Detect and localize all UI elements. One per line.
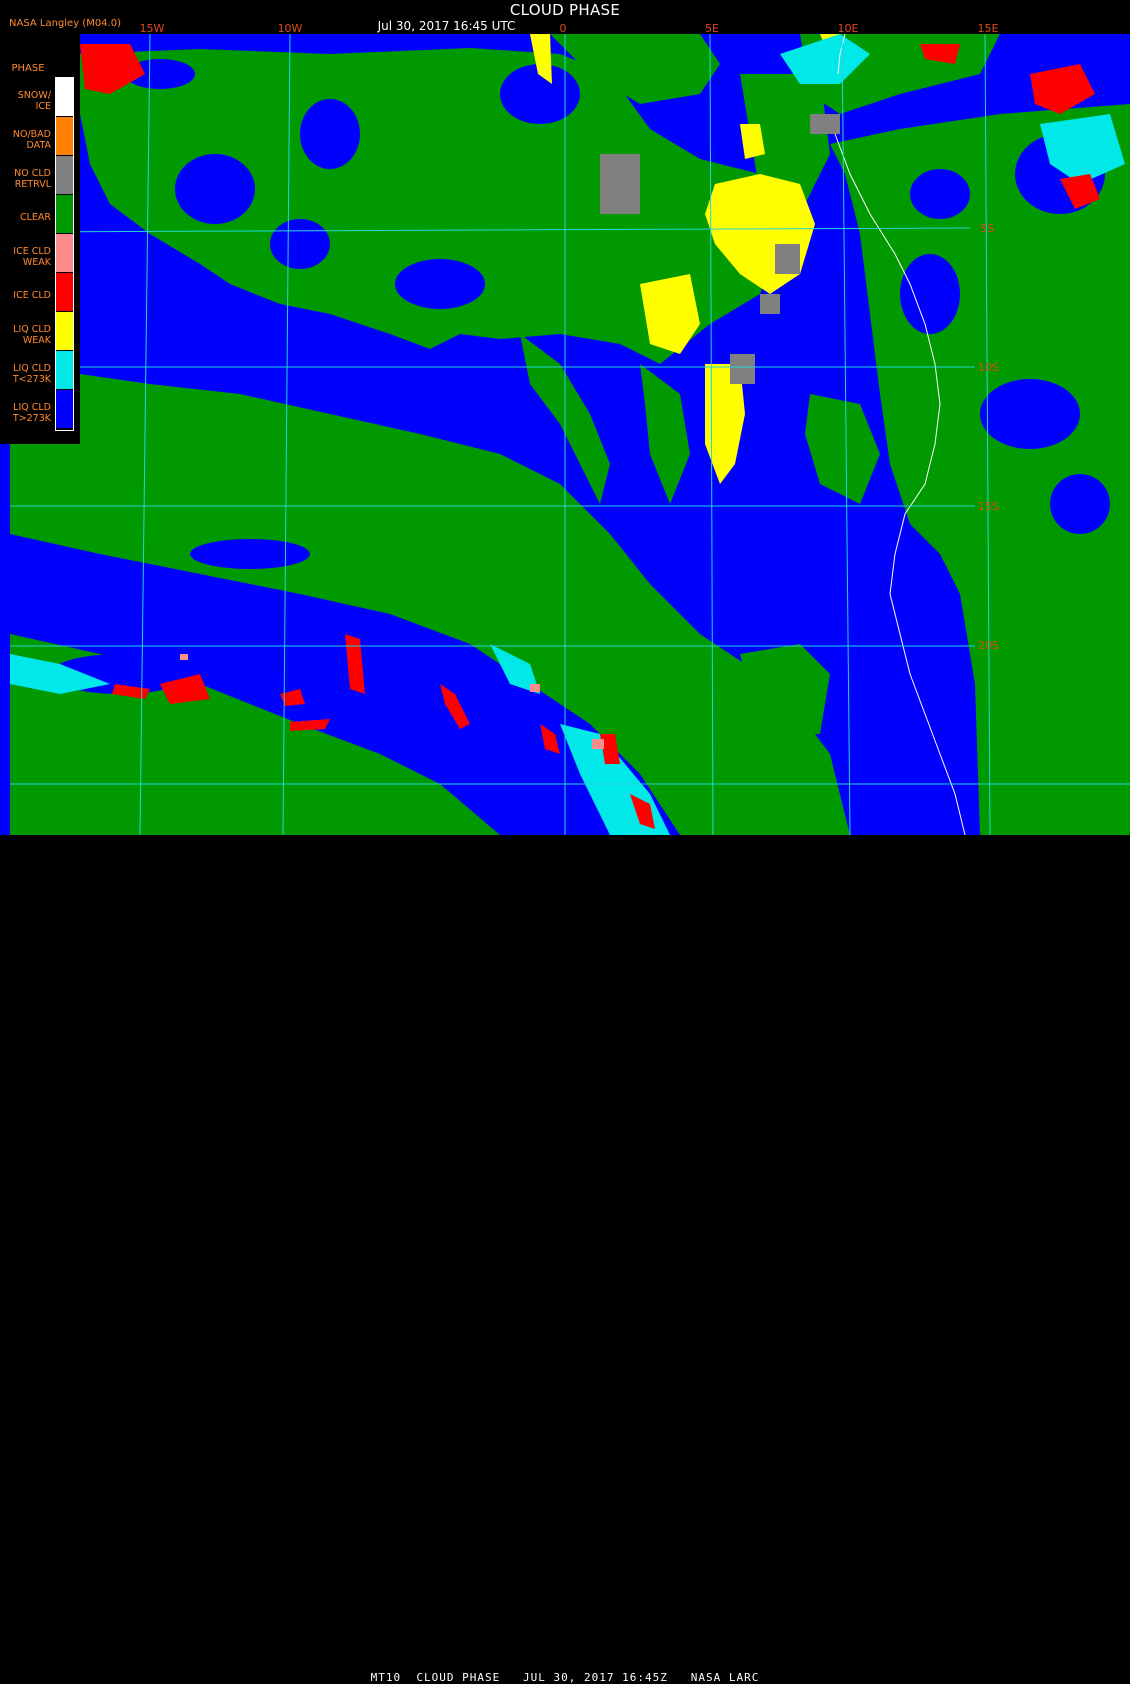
legend-swatch-no-bad-data xyxy=(56,117,74,155)
legend-label-liq-cld-cold: LIQ CLD T<273K xyxy=(12,363,51,385)
legend-title: PHASE xyxy=(11,63,45,74)
legend-label-liq-cld-warm: LIQ CLD T>273K xyxy=(12,402,51,424)
legend-swatch-liq-cld-warm xyxy=(56,390,74,428)
lon-label-15w: 15W xyxy=(139,22,165,35)
legend-swatch-snow-ice xyxy=(56,78,74,116)
legend-label-liq-cld-weak: LIQ CLD WEAK xyxy=(13,324,51,346)
cloud-phase-map xyxy=(0,34,1130,835)
legend-swatch-no-cld-retrvl xyxy=(56,156,74,194)
legend-swatch-clear xyxy=(56,195,74,233)
legend-label-ice-cld-weak: ICE CLD WEAK xyxy=(13,246,51,268)
legend-swatch-ice-cld-weak xyxy=(56,234,74,272)
legend-swatch-ice-cld xyxy=(56,273,74,311)
credit-label: NASA Langley (M04.0) xyxy=(9,18,121,29)
legend-label-no-bad-data: NO/BAD DATA xyxy=(12,129,51,151)
lat-label-15s: 15S xyxy=(978,500,999,513)
page-title: CLOUD PHASE xyxy=(509,1,621,19)
phase-legend: PHASE SNOW/ICE NO/BAD DATA NO CLD RETRVL C… xyxy=(0,34,80,444)
lon-label-15e: 15E xyxy=(977,22,999,35)
lon-label-0: 0 xyxy=(559,22,567,35)
lat-label-10s: 10S xyxy=(978,361,999,374)
legend-label-no-cld-retrvl: NO CLD RETRVL xyxy=(14,168,51,190)
legend-label-snow-ice: SNOW/ICE xyxy=(17,90,51,112)
legend-label-clear: CLEAR xyxy=(19,212,51,223)
legend-swatch-liq-cld-weak xyxy=(56,312,74,350)
footer-bar: MT10 CLOUD PHASE JUL 30, 2017 16:45Z NAS… xyxy=(0,835,1130,1684)
legend-label-ice-cld: ICE CLD xyxy=(13,290,51,301)
lon-label-5e: 5E xyxy=(705,22,719,35)
lat-label-20s: 20S xyxy=(978,639,999,652)
lat-label-5s: 5S xyxy=(980,222,994,235)
legend-swatch-liq-cld-cold xyxy=(56,351,74,389)
lon-label-10e: 10E xyxy=(837,22,859,35)
timestamp: Jul 30, 2017 16:45 UTC xyxy=(377,19,516,33)
lon-label-10w: 10W xyxy=(277,22,303,35)
footer-caption: MT10 CLOUD PHASE JUL 30, 2017 16:45Z NAS… xyxy=(370,1671,760,1684)
